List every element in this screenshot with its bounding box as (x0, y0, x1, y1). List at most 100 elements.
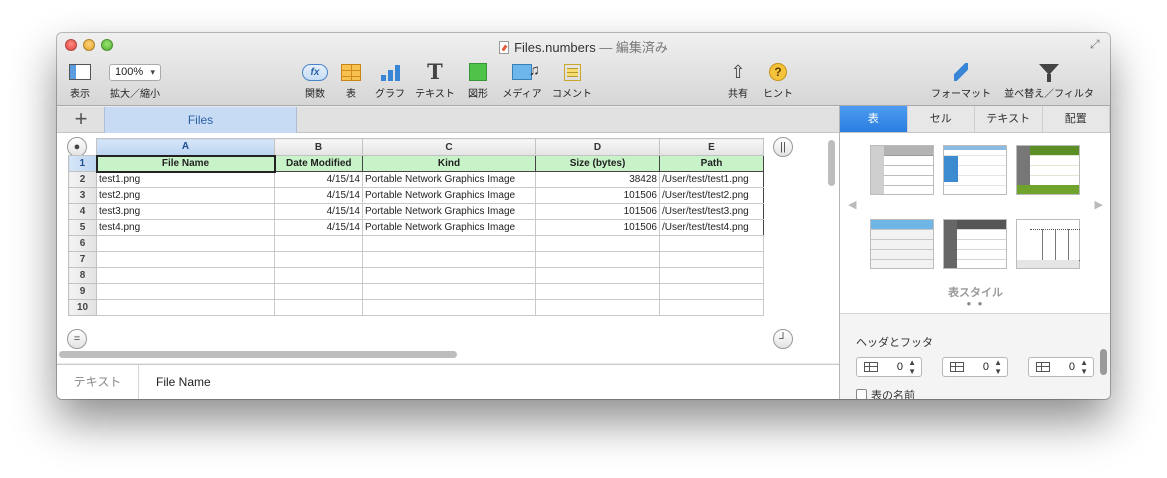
comment-button[interactable]: コメント (550, 62, 594, 100)
table-cell[interactable]: /User/test/test1.png (659, 171, 764, 188)
row-number[interactable]: 5 (68, 219, 97, 236)
stepper-arrows-icon[interactable]: ▲ ▼ (994, 358, 1002, 376)
header-rows-stepper[interactable]: 0 ▲ ▼ (856, 357, 922, 377)
header-columns-stepper[interactable]: 0 ▲ ▼ (942, 357, 1008, 377)
table-cell[interactable]: /User/test/test2.png (659, 187, 764, 204)
table-style-light-blue[interactable] (870, 219, 934, 269)
data-table[interactable]: A B C D E 1 File Name Date Modified Kind… (68, 138, 764, 316)
table-cell[interactable]: Portable Network Graphics Image (362, 219, 536, 236)
table-style-dark[interactable] (943, 219, 1007, 269)
view-button[interactable]: 表示 (65, 62, 95, 100)
table-cell[interactable]: 101506 (535, 187, 660, 204)
table-cell[interactable]: Portable Network Graphics Image (362, 171, 536, 188)
table-cell[interactable]: Portable Network Graphics Image (362, 203, 536, 220)
table-cell[interactable] (535, 283, 660, 300)
row-number[interactable]: 2 (68, 171, 97, 188)
chart-button[interactable]: グラフ (373, 62, 407, 100)
zoom-select[interactable]: 100% (109, 63, 161, 81)
table-cell[interactable]: /User/test/test4.png (659, 219, 764, 236)
table-cell[interactable] (659, 235, 764, 252)
table-cell[interactable] (274, 235, 363, 252)
table-cell[interactable] (659, 283, 764, 300)
table-cell[interactable] (96, 235, 275, 252)
table-cell[interactable] (535, 267, 660, 284)
add-row-handle[interactable]: = (67, 329, 87, 349)
sort-filter-button[interactable]: 並べ替え／フィルタ (1003, 62, 1095, 100)
column-header-e[interactable]: E (659, 138, 764, 156)
header-cell[interactable]: Path (659, 155, 764, 172)
horizontal-scrollbar[interactable] (59, 351, 457, 358)
row-number[interactable]: 8 (68, 267, 97, 284)
table-cell[interactable]: test1.png (96, 171, 275, 188)
header-cell[interactable]: File Name (95, 154, 276, 173)
table-button[interactable]: 表 (338, 62, 364, 100)
table-style-gray[interactable] (870, 145, 934, 195)
inspector-scrollbar[interactable] (1100, 349, 1107, 375)
row-number[interactable]: 6 (68, 235, 97, 252)
table-cell[interactable] (96, 267, 275, 284)
table-cell[interactable] (274, 283, 363, 300)
tab-text[interactable]: テキスト (975, 106, 1043, 132)
table-cell[interactable] (362, 299, 536, 316)
table-cell[interactable] (659, 299, 764, 316)
add-column-handle[interactable]: || (773, 137, 793, 157)
table-cell[interactable] (274, 267, 363, 284)
resize-table-handle[interactable]: ┘ (773, 329, 793, 349)
table-cell[interactable]: 38428 (535, 171, 660, 188)
header-cell[interactable]: Kind (362, 155, 536, 172)
table-cell[interactable] (535, 299, 660, 316)
column-header-b[interactable]: B (274, 138, 363, 156)
media-button[interactable]: メディア (500, 62, 544, 100)
table-name-option[interactable]: 表の名前 (856, 387, 915, 399)
page-indicator[interactable]: ● ● (840, 299, 1110, 308)
table-cell[interactable] (96, 283, 275, 300)
hint-button[interactable]: ? ヒント (761, 62, 795, 100)
row-number[interactable]: 3 (68, 187, 97, 204)
column-header-d[interactable]: D (535, 138, 660, 156)
sheet-tab-files[interactable]: Files (104, 107, 297, 134)
table-cell[interactable] (659, 267, 764, 284)
tab-arrange[interactable]: 配置 (1043, 106, 1110, 132)
table-cell[interactable]: 4/15/14 (274, 203, 363, 220)
table-cell[interactable]: 4/15/14 (274, 171, 363, 188)
table-cell[interactable]: 101506 (535, 203, 660, 220)
table-cell[interactable]: test2.png (96, 187, 275, 204)
table-cell[interactable] (362, 267, 536, 284)
row-number[interactable]: 10 (68, 299, 97, 316)
shape-button[interactable]: 図形 (463, 62, 493, 100)
add-sheet-button[interactable]: + (69, 107, 93, 133)
table-cell[interactable] (274, 251, 363, 268)
chevron-left-icon[interactable]: ◀ (848, 198, 856, 211)
table-cell[interactable] (96, 251, 275, 268)
tab-table[interactable]: 表 (840, 106, 908, 132)
vertical-scrollbar[interactable] (828, 140, 835, 186)
table-cell[interactable] (535, 235, 660, 252)
sheet-canvas[interactable]: ● || = ┘ A B C D E 1 File Name Date Modi… (57, 133, 839, 363)
row-number[interactable]: 1 (68, 155, 97, 172)
table-cell[interactable]: test4.png (96, 219, 275, 236)
table-cell[interactable]: 4/15/14 (274, 187, 363, 204)
cell-format-label[interactable]: テキスト (57, 365, 139, 399)
share-button[interactable]: ⇧ 共有 (725, 62, 751, 100)
table-cell[interactable]: 101506 (535, 219, 660, 236)
zoom-control[interactable]: 100% 拡大／縮小 (107, 62, 163, 100)
footer-rows-stepper[interactable]: 0 ▲ ▼ (1028, 357, 1094, 377)
fullscreen-icon[interactable]: ⤢ (1090, 38, 1102, 50)
column-header-c[interactable]: C (362, 138, 536, 156)
table-name-checkbox[interactable] (856, 389, 867, 399)
table-cell[interactable] (362, 251, 536, 268)
row-number[interactable]: 4 (68, 203, 97, 220)
column-header-a[interactable]: A (96, 138, 275, 156)
table-cell[interactable] (362, 283, 536, 300)
header-cell[interactable]: Size (bytes) (535, 155, 660, 172)
table-cell[interactable] (535, 251, 660, 268)
table-cell[interactable]: /User/test/test3.png (659, 203, 764, 220)
cell-value-field[interactable]: File Name (156, 365, 211, 399)
row-number[interactable]: 9 (68, 283, 97, 300)
table-style-dotted[interactable] (1016, 219, 1080, 269)
stepper-arrows-icon[interactable]: ▲ ▼ (1080, 358, 1088, 376)
table-cell[interactable] (274, 299, 363, 316)
header-cell[interactable]: Date Modified (274, 155, 363, 172)
row-number[interactable]: 7 (68, 251, 97, 268)
chevron-right-icon[interactable]: ▶ (1095, 198, 1103, 211)
